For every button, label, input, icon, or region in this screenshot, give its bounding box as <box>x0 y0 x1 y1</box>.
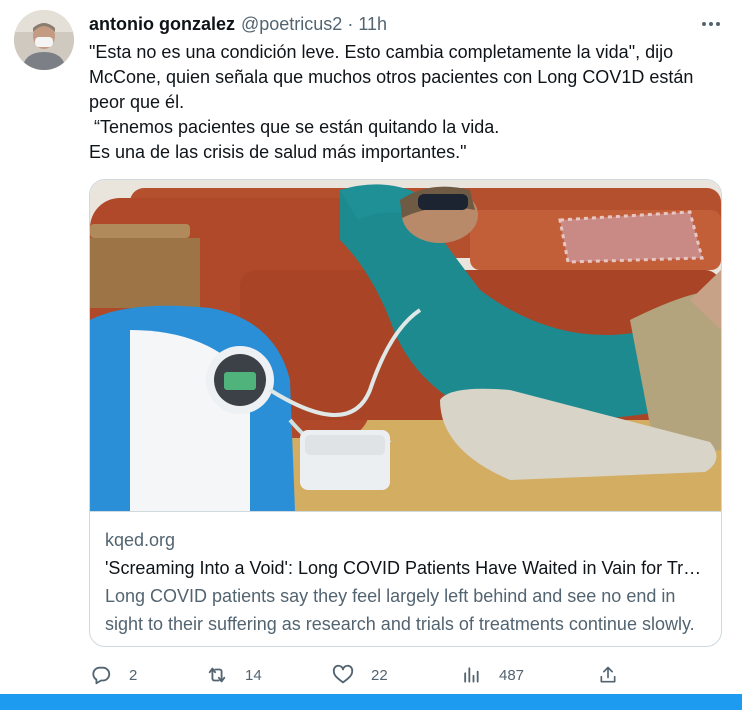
card-description: Long COVID patients say they feel largel… <box>105 586 695 634</box>
tweet-text-line: "Esta no es una condición leve. Esto cam… <box>89 42 699 112</box>
views-count: 487 <box>499 666 525 684</box>
card-photo <box>90 180 721 511</box>
share-button[interactable] <box>596 663 620 687</box>
tweet-text-line: Es una de las crisis de salud más import… <box>89 142 467 162</box>
share-icon <box>596 663 620 687</box>
retweet-icon <box>205 663 229 687</box>
more-options-button[interactable] <box>696 12 726 36</box>
avatar[interactable] <box>14 10 74 70</box>
reply-icon <box>89 663 113 687</box>
tweet-timestamp[interactable]: 11h <box>358 14 387 35</box>
card-image[interactable] <box>90 180 721 512</box>
card-meta: kqed.org 'Screaming Into a Void': Long C… <box>105 526 711 638</box>
author-display-name[interactable]: antonio gonzalez <box>89 14 235 35</box>
reply-button[interactable]: 2 <box>89 663 137 687</box>
reply-count: 2 <box>129 666 138 684</box>
author-handle[interactable]: @poetricus2 <box>241 14 342 35</box>
heart-icon <box>331 663 355 687</box>
card-title[interactable]: 'Screaming Into a Void': Long COVID Pati… <box>105 554 711 582</box>
like-button[interactable]: 22 <box>331 663 388 687</box>
more-dots-icon <box>702 22 720 26</box>
views-icon <box>459 663 483 687</box>
card-domain: kqed.org <box>105 530 176 550</box>
link-preview-card[interactable]: kqed.org 'Screaming Into a Void': Long C… <box>89 179 722 647</box>
like-count: 22 <box>371 666 388 684</box>
tweet-text: "Esta no es una condición leve. Esto cam… <box>89 40 719 165</box>
tweet-text-line: “Tenemos pacientes que se están quitando… <box>89 117 500 137</box>
tweet-header: antonio gonzalez @poetricus2 · 11h <box>89 12 387 36</box>
retweet-button[interactable]: 14 <box>205 663 262 687</box>
tweet-actions: 2 14 22 487 <box>89 660 629 690</box>
bottom-accent-bar <box>0 694 742 710</box>
tweet: antonio gonzalez @poetricus2 · 11h "Esta… <box>0 0 742 710</box>
views-button[interactable]: 487 <box>459 663 524 687</box>
header-separator: · <box>347 13 354 34</box>
retweet-count: 14 <box>245 666 262 684</box>
avatar-image <box>14 10 74 70</box>
